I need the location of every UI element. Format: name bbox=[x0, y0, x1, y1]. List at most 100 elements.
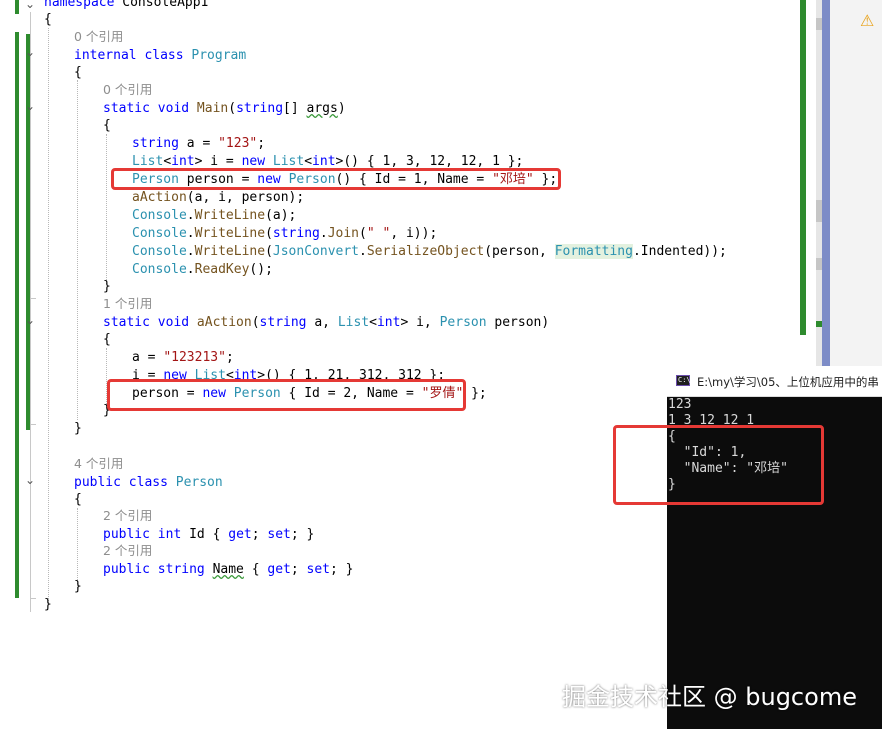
chevron-down-icon[interactable]: ⌄ bbox=[24, 0, 36, 10]
code-line-readkey[interactable]: Console.ReadKey(); bbox=[132, 261, 273, 279]
punct: { bbox=[243, 562, 268, 577]
code-text: .Indented)); bbox=[632, 244, 727, 259]
parameter-name: args bbox=[306, 101, 338, 116]
warning-icon[interactable]: ⚠ bbox=[860, 12, 878, 30]
change-bar bbox=[15, 0, 19, 14]
code-line-prop-name[interactable]: public string Name { get; set; } bbox=[103, 561, 353, 579]
watermark: 掘金技术社区 @ bugcome bbox=[562, 683, 857, 711]
method-name: Main bbox=[189, 101, 229, 116]
method-name: WriteLine bbox=[194, 244, 266, 259]
punct: . bbox=[186, 262, 195, 277]
code-line-writeline-join[interactable]: Console.WriteLine(string.Join(" ", i)); bbox=[132, 225, 437, 243]
keyword: set bbox=[267, 527, 291, 542]
reference-count-text: 0 个引用 bbox=[103, 82, 153, 97]
console-icon-label: C:\ bbox=[678, 376, 691, 384]
codelens-reference-count[interactable]: 4 个引用 bbox=[74, 455, 123, 473]
chevron-down-icon[interactable]: ⌄ bbox=[24, 100, 36, 112]
codelens-reference-count[interactable]: 2 个引用 bbox=[103, 542, 152, 560]
reference-count-text: 0 个引用 bbox=[74, 29, 124, 44]
code-line-class-program[interactable]: internal class Program bbox=[74, 47, 246, 65]
code-line-writeline-a[interactable]: Console.WriteLine(a); bbox=[132, 207, 296, 225]
code-text: a = bbox=[178, 136, 219, 151]
code-text: a, bbox=[306, 315, 338, 330]
keyword: get bbox=[228, 527, 252, 542]
code-text: (); bbox=[249, 262, 273, 277]
code-text: person) bbox=[486, 315, 550, 330]
code-line-aaction-signature[interactable]: static void aAction(string a, List<int> … bbox=[103, 314, 549, 332]
indent-guide bbox=[77, 508, 78, 588]
brace: } bbox=[44, 597, 52, 612]
codelens-reference-count[interactable]: 0 个引用 bbox=[74, 28, 123, 46]
change-bar bbox=[15, 32, 19, 598]
code-text: , i)); bbox=[390, 226, 438, 241]
code-line-brace[interactable]: } bbox=[103, 278, 111, 296]
method-name: aAction bbox=[132, 190, 187, 205]
reference-count-text: 1 个引用 bbox=[103, 296, 153, 311]
console-window[interactable]: C:\ E:\my\学习\05、上位机应用中的串 123 1 3 12 12 1… bbox=[667, 366, 882, 729]
code-text: (a); bbox=[265, 208, 297, 223]
punct: . bbox=[186, 226, 195, 241]
keyword: int bbox=[376, 315, 401, 330]
type-name: Console bbox=[132, 262, 187, 277]
punct: . bbox=[359, 244, 367, 259]
codelens-reference-count[interactable]: 2 个引用 bbox=[103, 507, 152, 525]
type-name: List bbox=[132, 154, 164, 169]
punct: ; bbox=[257, 136, 266, 151]
console-icon: C:\ bbox=[676, 375, 691, 386]
punct: < bbox=[163, 154, 172, 169]
punct: ; } bbox=[330, 562, 354, 577]
brace: { bbox=[103, 332, 111, 347]
code-line-brace[interactable]: { bbox=[44, 11, 52, 29]
code-line-brace[interactable]: { bbox=[103, 117, 111, 135]
chevron-down-icon[interactable]: ⌄ bbox=[24, 46, 36, 58]
keyword: int bbox=[171, 154, 195, 169]
class-name: Person bbox=[175, 475, 223, 490]
code-line-brace[interactable]: { bbox=[103, 331, 111, 349]
codelens-reference-count[interactable]: 1 个引用 bbox=[103, 295, 152, 313]
code-text: a = bbox=[132, 350, 164, 365]
code-line-brace[interactable]: } bbox=[74, 420, 82, 438]
keyword: new bbox=[241, 154, 266, 169]
code-line-class-person[interactable]: public class Person bbox=[74, 474, 223, 492]
keyword: string bbox=[259, 315, 307, 330]
keyword: static void bbox=[103, 101, 190, 116]
code-text: (person, bbox=[484, 244, 555, 259]
code-line-brace[interactable]: { bbox=[74, 491, 82, 509]
fold-outline-end bbox=[30, 424, 36, 425]
punct: }; bbox=[463, 386, 487, 401]
console-titlebar[interactable]: C:\ E:\my\学习\05、上位机应用中的串 bbox=[667, 366, 882, 397]
punct: . bbox=[186, 244, 195, 259]
punct: . bbox=[319, 226, 328, 241]
chevron-down-icon[interactable]: ⌄ bbox=[24, 474, 36, 486]
punct: < bbox=[304, 154, 313, 169]
method-name: WriteLine bbox=[194, 208, 266, 223]
keyword: static void bbox=[103, 315, 190, 330]
console-title: E:\my\学习\05、上位机应用中的串 bbox=[697, 375, 879, 389]
code-line-brace[interactable]: } bbox=[44, 596, 52, 614]
code-line-a-assign[interactable]: a = "123213"; bbox=[132, 349, 234, 367]
minimap-strip bbox=[822, 0, 830, 370]
indent-guide bbox=[48, 28, 49, 603]
keyword: string bbox=[132, 136, 179, 151]
indent-guide bbox=[77, 80, 78, 420]
code-text: (a, i, person); bbox=[186, 190, 305, 205]
method-name: ReadKey bbox=[194, 262, 250, 277]
code-line-brace[interactable]: } bbox=[74, 578, 82, 596]
chevron-down-icon[interactable]: ⌄ bbox=[24, 314, 36, 326]
code-line-main-signature[interactable]: static void Main(string[] args) bbox=[103, 100, 346, 118]
brace: } bbox=[74, 579, 82, 594]
code-line-aaction-call[interactable]: aAction(a, i, person); bbox=[132, 189, 304, 207]
type-name: Person bbox=[439, 315, 487, 330]
keyword: internal class bbox=[74, 48, 184, 63]
code-line-brace[interactable]: { bbox=[74, 64, 82, 82]
indent-guide bbox=[106, 134, 107, 284]
code-line-string-a[interactable]: string a = "123"; bbox=[132, 135, 265, 153]
highlight-box bbox=[107, 379, 466, 411]
code-line-writeline-json[interactable]: Console.WriteLine(JsonConvert.SerializeO… bbox=[132, 243, 727, 261]
string-literal: "123213" bbox=[163, 350, 226, 365]
code-line-namespace[interactable]: namespace ConsoleApp1 bbox=[44, 0, 208, 12]
class-name: Program bbox=[191, 48, 247, 63]
codelens-reference-count[interactable]: 0 个引用 bbox=[103, 81, 152, 99]
side-panel bbox=[830, 0, 882, 370]
type-name: List bbox=[337, 315, 370, 330]
